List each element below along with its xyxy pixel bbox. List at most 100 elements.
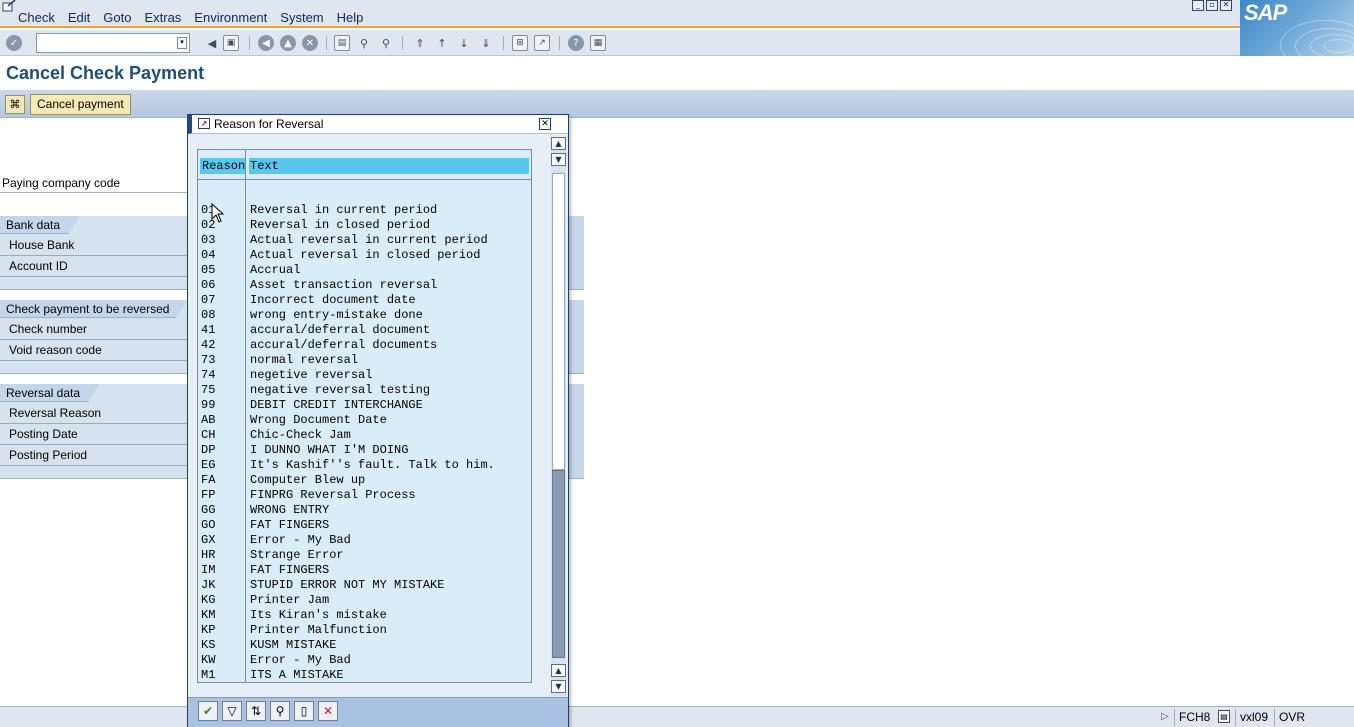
- list-item[interactable]: EG It's Kashif''s fault. Talk to him.: [198, 458, 531, 473]
- list-item[interactable]: 75 negative reversal testing: [198, 383, 531, 398]
- create-session-icon[interactable]: ⊞: [512, 35, 528, 51]
- list-item[interactable]: 01 Reversal in current period: [198, 203, 531, 218]
- list-item[interactable]: M1 ITS A MISTAKE: [198, 668, 531, 682]
- new-entry-icon[interactable]: ▯: [294, 701, 314, 721]
- restore-icon[interactable]: ▫: [1206, 0, 1218, 11]
- status-mode[interactable]: OVR: [1274, 709, 1309, 726]
- list-item[interactable]: HR Strange Error: [198, 548, 531, 563]
- list-item[interactable]: KW Error - My Bad: [198, 653, 531, 668]
- menu-goto[interactable]: Goto: [103, 10, 131, 25]
- close-window-icon[interactable]: ✕: [1220, 0, 1232, 11]
- list-item[interactable]: AB Wrong Document Date: [198, 413, 531, 428]
- list-item[interactable]: 99 DEBIT CREDIT INTERCHANGE: [198, 398, 531, 413]
- list-header: Reason Text: [198, 158, 531, 174]
- reason-code: 42: [201, 338, 216, 352]
- list-item[interactable]: JK STUPID ERROR NOT MY MISTAKE: [198, 578, 531, 593]
- help-icon[interactable]: ?: [568, 35, 584, 51]
- back-nav-icon[interactable]: ◀: [258, 35, 274, 51]
- first-page-icon[interactable]: ⇑: [412, 35, 428, 51]
- cancel-icon[interactable]: ✕: [318, 701, 338, 721]
- command-field[interactable]: ▾: [36, 33, 190, 53]
- reason-code: GG: [201, 503, 216, 517]
- reason-text: Actual reversal in closed period: [250, 248, 481, 262]
- find-icon[interactable]: ⚲: [270, 701, 290, 721]
- list-item[interactable]: 06 Asset transaction reversal: [198, 278, 531, 293]
- cancel-icon[interactable]: ✕: [302, 35, 318, 51]
- list-item[interactable]: 02 Reversal in closed period: [198, 218, 531, 233]
- vertical-scrollbar[interactable]: ▲ ▼ ▲ ▼: [551, 137, 566, 696]
- last-page-icon[interactable]: ⇓: [478, 35, 494, 51]
- account-id-label: Account ID: [0, 256, 188, 277]
- minimize-icon[interactable]: _: [1192, 0, 1204, 11]
- scroll-page-down-icon[interactable]: ▼: [551, 153, 566, 166]
- filter-icon[interactable]: ▽: [222, 701, 242, 721]
- list-item[interactable]: KG Printer Jam: [198, 593, 531, 608]
- next-page-icon[interactable]: ↓: [456, 35, 472, 51]
- scroll-top-icon[interactable]: ▲: [551, 137, 566, 150]
- find-next-icon[interactable]: ⚲: [378, 35, 394, 51]
- status-expand-icon[interactable]: ▷: [1161, 711, 1169, 722]
- menu-help[interactable]: Help: [337, 10, 364, 25]
- print-icon[interactable]: ▤: [334, 35, 350, 51]
- list-item[interactable]: DP I DUNNO WHAT I'M DOING: [198, 443, 531, 458]
- list-item[interactable]: 05 Accrual: [198, 263, 531, 278]
- list-item[interactable]: 41 accural/deferral document: [198, 323, 531, 338]
- column-header-text[interactable]: Text: [249, 158, 529, 174]
- list-item[interactable]: GO FAT FINGERS: [198, 518, 531, 533]
- layout-icon[interactable]: ▦: [590, 35, 606, 51]
- list-item[interactable]: KP Printer Malfunction: [198, 623, 531, 638]
- previous-page-icon[interactable]: ↑: [434, 35, 450, 51]
- menu-system[interactable]: System: [280, 10, 323, 25]
- enter-icon[interactable]: ✓: [6, 35, 22, 51]
- exit-icon[interactable]: ▲: [280, 35, 296, 51]
- menu-items: Check Edit Goto Extras Environment Syste…: [18, 10, 376, 25]
- menu-edit[interactable]: Edit: [68, 10, 90, 25]
- list-item[interactable]: CH Chic-Check Jam: [198, 428, 531, 443]
- reason-text: DEBIT CREDIT INTERCHANGE: [250, 398, 423, 412]
- reason-code: 74: [201, 368, 216, 382]
- list-item[interactable]: 07 Incorrect document date: [198, 293, 531, 308]
- scroll-up-icon[interactable]: ▲: [551, 664, 566, 677]
- reason-code: 04: [201, 248, 216, 262]
- command-history-icon[interactable]: ▾: [177, 37, 187, 49]
- back-icon[interactable]: ◀: [204, 35, 220, 51]
- reason-text: Accrual: [250, 263, 301, 277]
- cancel-payment-button[interactable]: Cancel payment: [30, 94, 131, 115]
- list-item[interactable]: KS KUSM MISTAKE: [198, 638, 531, 653]
- shortcut-icon[interactable]: ↗: [534, 35, 550, 51]
- list-item[interactable]: GG WRONG ENTRY: [198, 503, 531, 518]
- reason-code: KG: [201, 593, 216, 607]
- dialog-close-icon[interactable]: ✕: [539, 118, 551, 130]
- list-item[interactable]: 42 accural/deferral documents: [198, 338, 531, 353]
- reason-text: Reversal in current period: [250, 203, 438, 217]
- list-item[interactable]: IM FAT FINGERS: [198, 563, 531, 578]
- session-info-icon[interactable]: ▤: [1218, 710, 1230, 723]
- dialog-icon: ↗: [198, 118, 210, 129]
- list-item[interactable]: 73 normal reversal: [198, 353, 531, 368]
- execute-icon[interactable]: ⌘: [5, 95, 25, 114]
- posting-date-label: Posting Date: [0, 424, 188, 445]
- list-item[interactable]: FP FINPRG Reversal Process: [198, 488, 531, 503]
- menu-environment[interactable]: Environment: [194, 10, 267, 25]
- list-item[interactable]: 08 wrong entry-mistake done: [198, 308, 531, 323]
- list-item[interactable]: 03 Actual reversal in current period: [198, 233, 531, 248]
- save-icon[interactable]: ▣: [223, 35, 239, 51]
- column-header-reason[interactable]: Reason: [200, 158, 245, 174]
- scroll-down-icon[interactable]: ▼: [551, 680, 566, 693]
- sort-icon[interactable]: ⇅: [246, 701, 266, 721]
- list-item[interactable]: GX Error - My Bad: [198, 533, 531, 548]
- list-item[interactable]: 04 Actual reversal in closed period: [198, 248, 531, 263]
- find-icon[interactable]: ⚲: [356, 35, 372, 51]
- scrollbar-thumb[interactable]: [552, 470, 565, 658]
- menu-extras[interactable]: Extras: [144, 10, 181, 25]
- reason-code: KS: [201, 638, 216, 652]
- list-item[interactable]: FA Computer Blew up: [198, 473, 531, 488]
- reason-text: Incorrect document date: [250, 293, 416, 307]
- mouse-cursor-icon: [211, 203, 225, 223]
- list-item[interactable]: KM Its Kiran's mistake: [198, 608, 531, 623]
- window-controls: _ ▫ ✕: [1192, 0, 1232, 11]
- continue-icon[interactable]: ✔: [198, 701, 218, 721]
- list-item[interactable]: 74 negetive reversal: [198, 368, 531, 383]
- system-menu-icon[interactable]: [2, 0, 16, 12]
- menu-check[interactable]: Check: [18, 10, 55, 25]
